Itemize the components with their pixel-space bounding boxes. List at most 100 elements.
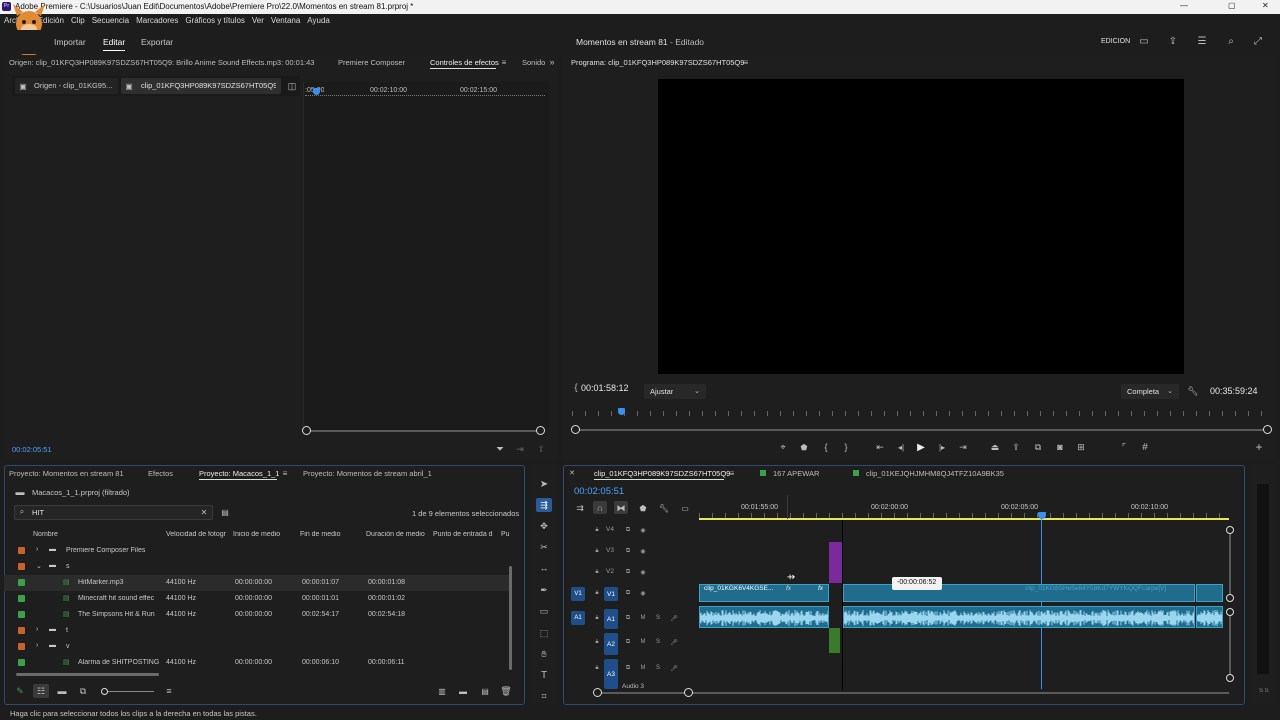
add-marker-icon[interactable]: ⬟ (798, 441, 810, 453)
program-playhead[interactable] (617, 408, 625, 415)
close-button[interactable]: ✕ (1262, 1, 1269, 10)
lift-icon[interactable]: ⌖ (777, 441, 789, 453)
wrench-icon[interactable]: 🔧︎ (658, 502, 670, 514)
program-menu-icon[interactable]: ≡ (741, 57, 751, 67)
tab-effect-controls[interactable]: Controles de efectos (430, 58, 499, 67)
selection-tool-icon[interactable]: ➤ (538, 478, 550, 490)
pencil-icon[interactable]: ✎ (14, 685, 26, 697)
menu-item-6[interactable]: Ver (252, 16, 264, 28)
menu-item-3[interactable]: Secuencia (92, 16, 129, 28)
column-header-2[interactable]: Inicio de medio (233, 531, 297, 538)
lock-icon[interactable]: 🔒︎ (591, 525, 603, 535)
project-hscrollbar[interactable] (16, 673, 159, 676)
caption-icon[interactable]: ⌗ (538, 690, 550, 702)
tab-project-macacos[interactable]: Proyecto: Macacos_1_1 (199, 469, 279, 478)
add-button-icon[interactable]: + (1253, 440, 1265, 454)
column-header-5[interactable]: Punto de entrada d (433, 531, 498, 538)
track-label-a2[interactable]: A2 (604, 633, 618, 655)
eye-icon[interactable]: ◉ (637, 546, 649, 556)
go-to-out-icon[interactable]: ⇥ (957, 441, 969, 453)
tab-premiere-composer[interactable]: Premiere Composer (338, 58, 405, 67)
mini-scrollbar[interactable] (305, 430, 541, 432)
track-label-a1[interactable]: A1 (604, 609, 618, 629)
vr-video-icon[interactable]: ⧉ (1032, 441, 1044, 453)
sync-lock-icon[interactable]: ⧉ (622, 567, 634, 577)
search-input[interactable]: HIT (32, 508, 44, 517)
sync-lock-icon[interactable]: ⧉ (622, 637, 634, 647)
share-icon[interactable]: ⇪ (1167, 35, 1179, 47)
microphone-icon[interactable]: 🎤︎ (668, 637, 680, 647)
eye-icon[interactable]: ◉ (637, 588, 649, 598)
add-marker-icon[interactable]: ⬟ (637, 502, 649, 514)
mute-button[interactable]: M (637, 613, 649, 623)
timeline-timecode[interactable]: 00:02:05:51 (574, 486, 624, 497)
menu-item-5[interactable]: Gráficos y títulos (185, 16, 245, 28)
label-color-swatch[interactable] (18, 611, 25, 618)
timeline-tab-2[interactable]: clip_01KEJQHJMHM8QJ4TFZ10A9BK35 (866, 469, 1004, 478)
mini-playhead[interactable] (313, 88, 320, 95)
tab-menu-icon[interactable]: ≡ (280, 468, 290, 478)
expand-icon[interactable]: ⤢ (1252, 35, 1264, 47)
disclosure-chevron-icon[interactable]: ⌄ (36, 562, 42, 570)
solo-button[interactable]: S (652, 637, 664, 647)
timeline-tab-0[interactable]: clip_01KFQ3HP089K97SDZS67HT05Q9 (594, 469, 730, 478)
wrench-icon[interactable]: 🔧︎ (1187, 385, 1199, 397)
type-icon[interactable]: T (538, 669, 550, 681)
nav-editar[interactable]: Editar (103, 37, 125, 47)
label-color-swatch[interactable] (18, 627, 25, 634)
source-patch-a1[interactable]: A1 (571, 611, 585, 625)
a1-clip-left[interactable] (699, 606, 829, 628)
track-label-a3[interactable]: A3 (604, 659, 618, 689)
rectangle-icon[interactable]: ▭ (538, 605, 550, 617)
timeline-hscroll-handle-r[interactable] (684, 688, 693, 697)
tab-sound[interactable]: Sonido (522, 58, 545, 67)
timeline-vscroll-bottom[interactable] (1229, 612, 1231, 678)
label-color-swatch[interactable] (18, 579, 25, 586)
sync-lock-icon[interactable]: ⧉ (622, 525, 634, 535)
column-header-0[interactable]: Nombre (33, 531, 163, 538)
v1-clip-tail[interactable] (1196, 584, 1223, 602)
program-scroll-left-handle[interactable] (571, 425, 580, 434)
nest-icon[interactable]: ⇉ (574, 502, 586, 514)
search-icon[interactable]: ⌕ (1225, 35, 1237, 47)
tab-source[interactable]: Origen: clip_01KFQ3HP089K97SDZS67HT05Q9:… (9, 58, 314, 67)
sort-icon[interactable]: ≡ (163, 685, 175, 697)
column-header-4[interactable]: Duración de medio (366, 531, 430, 538)
sync-lock-icon[interactable]: ⧉ (622, 546, 634, 556)
freeform-view-icon[interactable]: ⧉ (77, 685, 89, 697)
slip-icon[interactable]: ↔ (538, 562, 550, 574)
timeline-vscroll-handle-m[interactable] (1226, 594, 1234, 602)
workspace-label[interactable]: EDICIÓN (1101, 38, 1130, 45)
step-forward-icon[interactable]: |▸ (936, 441, 948, 453)
mute-button[interactable]: M (637, 637, 649, 647)
timeline-hscroll-handle-l[interactable] (593, 688, 602, 697)
menu-item-4[interactable]: Marcadores (136, 16, 178, 28)
label-color-swatch[interactable] (18, 643, 25, 650)
tab-menu-icon[interactable]: ≡ (499, 57, 509, 67)
loop-icon[interactable]: ⇥ (514, 443, 526, 455)
tab-project-momentos[interactable]: Proyecto: Momentos en stream 81 (9, 469, 124, 478)
razor-icon[interactable]: ✂ (538, 541, 550, 553)
label-color-swatch[interactable] (18, 595, 25, 602)
solo-button[interactable]: S (652, 613, 664, 623)
filter-icon[interactable]: ⏷ (494, 443, 506, 455)
lock-icon[interactable]: 🔒︎ (591, 637, 603, 647)
sync-lock-icon[interactable]: ⧉ (622, 663, 634, 673)
column-header-6[interactable]: Pu (501, 531, 513, 538)
find-icon[interactable]: ▬ (457, 685, 469, 697)
timeline-vscroll-handle-a[interactable] (1226, 608, 1234, 616)
sync-lock-icon[interactable]: ⧉ (622, 613, 634, 623)
eye-icon[interactable]: ◉ (637, 525, 649, 535)
mute-button[interactable]: M (637, 663, 649, 673)
maximize-button[interactable]: ▢ (1228, 1, 1236, 10)
captions-icon[interactable]: ▭ (679, 502, 691, 514)
solo-button[interactable]: S (652, 663, 664, 673)
transform-icon[interactable]: ⬚ (538, 627, 550, 639)
compare-icon[interactable]: ⊞ (1075, 441, 1087, 453)
a1-clip-tail[interactable] (1196, 606, 1223, 628)
more-tabs-icon[interactable]: » (547, 57, 557, 67)
timeline-tab-1[interactable]: 167 APEWAR (773, 469, 819, 478)
new-bin-from-search-icon[interactable]: ▤ (220, 507, 230, 517)
pen-icon[interactable]: ✒ (538, 584, 550, 596)
clear-search-icon[interactable]: ✕ (199, 507, 209, 517)
